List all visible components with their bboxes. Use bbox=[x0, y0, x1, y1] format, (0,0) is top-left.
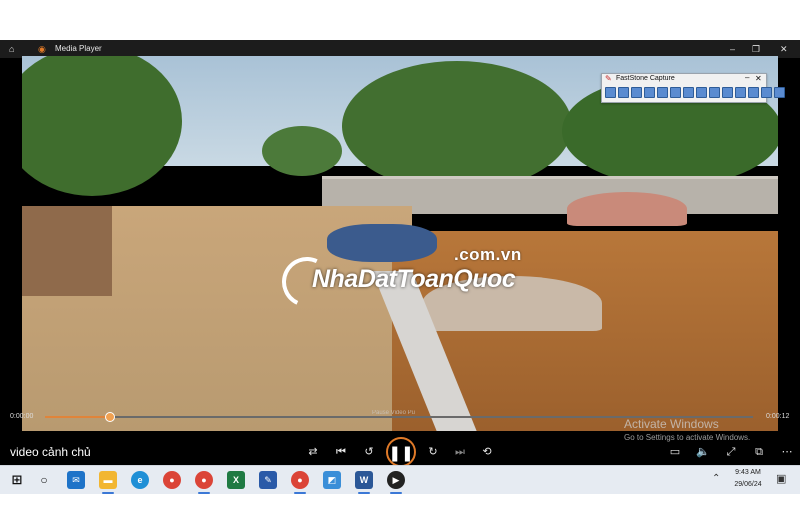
capture-freehand-icon[interactable] bbox=[644, 87, 655, 98]
current-time: 0:00:00 bbox=[10, 413, 34, 420]
capture-object-icon[interactable] bbox=[618, 87, 629, 98]
captions-icon[interactable]: ▭ bbox=[668, 445, 682, 459]
start-icon[interactable]: ⊞ bbox=[8, 471, 26, 489]
video-frame[interactable] bbox=[22, 56, 778, 431]
video-tree bbox=[22, 56, 182, 196]
app-icon[interactable]: ◩ bbox=[323, 471, 341, 489]
capture-rectangle-icon[interactable] bbox=[631, 87, 642, 98]
minimize-icon[interactable]: – bbox=[730, 43, 735, 55]
settings-icon[interactable] bbox=[748, 87, 759, 98]
output-icon[interactable] bbox=[722, 87, 733, 98]
faststone-menu-icon[interactable] bbox=[774, 87, 785, 98]
video-title: video cảnh chủ bbox=[10, 445, 91, 459]
activate-windows-subtitle: Go to Settings to activate Windows. bbox=[624, 433, 751, 442]
media-player-icon[interactable]: ▶ bbox=[387, 471, 405, 494]
pause-button[interactable]: ❚❚ bbox=[386, 437, 416, 465]
total-time: 0:00:12 bbox=[766, 413, 790, 420]
capture-menu-icon[interactable] bbox=[696, 87, 707, 98]
faststone-title: FastStone Capture bbox=[616, 75, 675, 82]
faststone-logo-icon: ✎ bbox=[605, 74, 612, 83]
clock-time: 9:43 AM bbox=[735, 469, 761, 476]
watermark-domain: .com.vn bbox=[454, 245, 522, 264]
screen-recorder-icon[interactable] bbox=[709, 87, 720, 98]
watermark: .com.vn NhaDatToanQuoc bbox=[274, 245, 532, 315]
previous-icon[interactable]: ⏮ bbox=[334, 445, 348, 459]
next-icon[interactable]: ⏭ bbox=[453, 445, 467, 459]
chrome-icon[interactable]: ● bbox=[163, 471, 181, 489]
chevron-up-icon[interactable]: ⌃ bbox=[712, 473, 720, 484]
repeat-off-icon[interactable]: ⟲ bbox=[480, 445, 494, 459]
chrome-icon[interactable]: ● bbox=[291, 471, 309, 494]
seek-bar-progress bbox=[45, 416, 109, 418]
chrome-icon[interactable]: ● bbox=[195, 471, 213, 494]
media-player-app-icon: ◉ bbox=[38, 44, 46, 54]
close-icon[interactable]: ✕ bbox=[780, 43, 788, 55]
seek-hover-hint: Pause Video Pu bbox=[372, 410, 415, 416]
clock-date: 29/06/24 bbox=[734, 481, 762, 488]
video-tree bbox=[342, 61, 572, 191]
window-title: Media Player bbox=[55, 44, 102, 53]
mail-icon[interactable]: ✉ bbox=[67, 471, 85, 489]
fullscreen-icon[interactable]: ⤢ bbox=[724, 445, 738, 459]
video-tree bbox=[262, 126, 342, 176]
capture-scrolling-icon[interactable] bbox=[670, 87, 681, 98]
volume-icon[interactable]: 🔈 bbox=[696, 445, 710, 459]
watermark-brand: NhaDatToanQuoc bbox=[312, 265, 516, 293]
taskbar-clock[interactable]: 9:43 AM 29/06/24 bbox=[724, 467, 772, 491]
video-brick-pile bbox=[567, 192, 687, 226]
edge-icon[interactable]: e bbox=[131, 471, 149, 489]
capture-window-icon[interactable] bbox=[605, 87, 616, 98]
faststone-minimize-icon[interactable]: – bbox=[745, 73, 749, 82]
search-icon[interactable]: ○ bbox=[35, 471, 53, 489]
maximize-icon[interactable]: ❐ bbox=[752, 43, 760, 55]
activate-windows-title: Activate Windows bbox=[624, 417, 719, 431]
faststone-header: ✎ FastStone Capture – ✕ bbox=[602, 73, 766, 85]
faststone-close-icon[interactable]: ✕ bbox=[755, 74, 762, 83]
skip-forward-icon[interactable]: ↻ bbox=[426, 445, 440, 459]
file-explorer-icon[interactable]: ▬ bbox=[99, 471, 117, 494]
media-player-window: ⌂ ◉ Media Player – ❐ ✕ .com.vn NhaDatToa… bbox=[0, 40, 800, 465]
capture-fixed-region-icon[interactable] bbox=[683, 87, 694, 98]
activate-windows-watermark: Activate Windows Go to Settings to activ… bbox=[624, 417, 750, 442]
shuffle-icon[interactable]: ⇄ bbox=[306, 445, 320, 459]
skip-back-icon[interactable]: ↺ bbox=[362, 445, 376, 459]
color-picker-icon[interactable] bbox=[761, 87, 772, 98]
excel-icon[interactable]: X bbox=[227, 471, 245, 489]
word-icon[interactable]: W bbox=[355, 471, 373, 494]
faststone-tools bbox=[605, 87, 785, 99]
faststone-capture-toolbar[interactable]: ✎ FastStone Capture – ✕ bbox=[601, 73, 785, 103]
home-icon[interactable]: ⌂ bbox=[9, 43, 14, 55]
app-icon[interactable]: ✎ bbox=[259, 471, 277, 489]
more-options-icon[interactable]: ⋯ bbox=[780, 445, 794, 459]
taskbar: ⊞ ○ ✉ ▬ e ● ● X ✎ ● ◩ W ▶ ⌃ ▣ bbox=[0, 465, 800, 494]
video-left-wall bbox=[22, 206, 112, 296]
seek-handle[interactable] bbox=[104, 412, 115, 422]
mini-player-icon[interactable]: ⧉ bbox=[752, 445, 766, 459]
notification-icon[interactable]: ▣ bbox=[776, 472, 786, 485]
timer-icon[interactable] bbox=[735, 87, 746, 98]
capture-fullscreen-icon[interactable] bbox=[657, 87, 668, 98]
